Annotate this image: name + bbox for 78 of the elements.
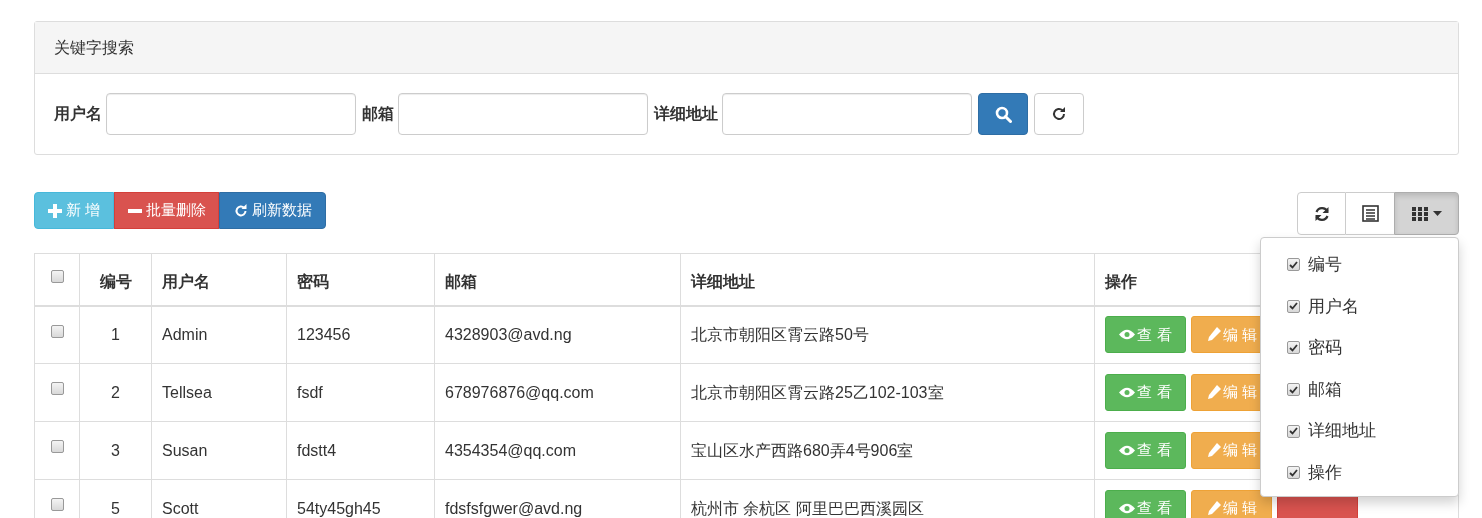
menu-item[interactable]: 邮箱 bbox=[1308, 376, 1342, 403]
table-cell: Admin bbox=[162, 325, 208, 343]
menu-item[interactable]: 编号 bbox=[1308, 252, 1342, 278]
eye-icon bbox=[1119, 387, 1136, 398]
field-label: 详细地址 bbox=[654, 104, 718, 124]
field-label: 用户名 bbox=[54, 104, 102, 124]
table-cell: 北京市朝阳区霄云路25乙102-103室 bbox=[691, 383, 944, 401]
refresh-icon bbox=[1051, 106, 1067, 122]
eye-icon bbox=[1119, 329, 1136, 341]
columns-button[interactable] bbox=[1394, 192, 1459, 235]
checkbox[interactable] bbox=[1287, 258, 1300, 272]
table-cell: fsdf bbox=[297, 383, 323, 401]
menu-item[interactable]: 详细地址 bbox=[1308, 418, 1376, 444]
checkbox[interactable] bbox=[50, 270, 64, 283]
pencil-icon bbox=[1205, 385, 1221, 400]
checkbox[interactable] bbox=[1287, 424, 1300, 438]
checkbox[interactable] bbox=[50, 324, 64, 338]
search-icon bbox=[994, 105, 1012, 123]
checkbox[interactable] bbox=[1287, 466, 1300, 480]
eye-icon bbox=[1119, 503, 1136, 514]
table-cell: 123456 bbox=[297, 325, 351, 343]
input-field[interactable] bbox=[398, 93, 648, 135]
menu-item[interactable]: 密码 bbox=[1308, 335, 1342, 361]
refresh-button[interactable] bbox=[1297, 192, 1346, 235]
list-icon bbox=[1361, 205, 1379, 222]
view-button[interactable]: 查 看 bbox=[1105, 374, 1186, 411]
grid-icon bbox=[1411, 205, 1429, 222]
table-cell: 4354354@qq.com bbox=[445, 441, 576, 459]
table-cell: 宝山区水产西路680弄4号906室 bbox=[691, 441, 914, 459]
table-cell: fdstt4 bbox=[297, 441, 337, 459]
menu-item[interactable]: 用户名 bbox=[1308, 293, 1359, 320]
column-header: 用户名 bbox=[162, 273, 210, 291]
table-cell: Susan bbox=[162, 441, 208, 459]
plus-icon bbox=[47, 203, 62, 218]
input-field[interactable] bbox=[722, 93, 972, 135]
edit-button[interactable]: 编 辑 bbox=[1191, 490, 1272, 518]
field-label: 邮箱 bbox=[362, 104, 394, 124]
table-cell: 5 bbox=[111, 499, 120, 517]
input-field[interactable] bbox=[106, 93, 356, 135]
view-button[interactable]: 查 看 bbox=[1105, 432, 1186, 469]
menu-item[interactable]: 操作 bbox=[1308, 460, 1342, 486]
table-cell: 2 bbox=[111, 383, 120, 401]
checkbox[interactable] bbox=[50, 498, 64, 511]
table-cell: 北京市朝阳区霄云路50号 bbox=[691, 325, 869, 343]
toggle-view-button[interactable] bbox=[1346, 192, 1394, 235]
column-header: 编号 bbox=[99, 273, 132, 291]
table-cell: 4328903@avd.ng bbox=[445, 325, 572, 343]
reset-button[interactable] bbox=[1034, 93, 1084, 135]
refresh-icon bbox=[233, 203, 248, 218]
table-cell: Scott bbox=[162, 499, 199, 517]
pencil-icon bbox=[1205, 327, 1221, 343]
batch-delete-button[interactable]: 批量删除 bbox=[114, 192, 219, 229]
checkbox[interactable] bbox=[1287, 383, 1300, 397]
panel-title: 关键字搜索 bbox=[54, 37, 134, 58]
table-cell: Tellsea bbox=[162, 383, 212, 401]
table-cell: fdsfsfgwer@avd.ng bbox=[445, 499, 583, 517]
checkbox[interactable] bbox=[1287, 299, 1300, 313]
pencil-icon bbox=[1205, 501, 1221, 516]
caret-icon bbox=[1432, 211, 1442, 216]
eye-icon bbox=[1119, 445, 1136, 456]
refresh-data-button[interactable]: 刷新数据 bbox=[219, 192, 326, 229]
column-header: 邮箱 bbox=[445, 273, 477, 291]
table-cell: 54ty45gh45 bbox=[297, 499, 381, 517]
add-button[interactable]: 新 增 bbox=[34, 192, 114, 229]
table-cell: 3 bbox=[111, 441, 120, 459]
column-header: 密码 bbox=[297, 273, 329, 291]
view-button[interactable]: 查 看 bbox=[1105, 490, 1186, 518]
checkbox[interactable] bbox=[50, 440, 64, 453]
table-cell: 1 bbox=[111, 325, 120, 343]
checkbox[interactable] bbox=[1287, 341, 1300, 355]
view-button[interactable]: 查 看 bbox=[1105, 316, 1186, 354]
table-cell: 678976876@qq.com bbox=[445, 383, 594, 401]
checkbox[interactable] bbox=[50, 382, 64, 395]
table-cell: 杭州市 余杭区 阿里巴巴西溪园区 bbox=[691, 499, 924, 517]
column-header: 详细地址 bbox=[691, 273, 755, 291]
search-button[interactable] bbox=[978, 93, 1028, 135]
column-header: 操作 bbox=[1105, 273, 1137, 291]
pencil-icon bbox=[1205, 443, 1221, 458]
